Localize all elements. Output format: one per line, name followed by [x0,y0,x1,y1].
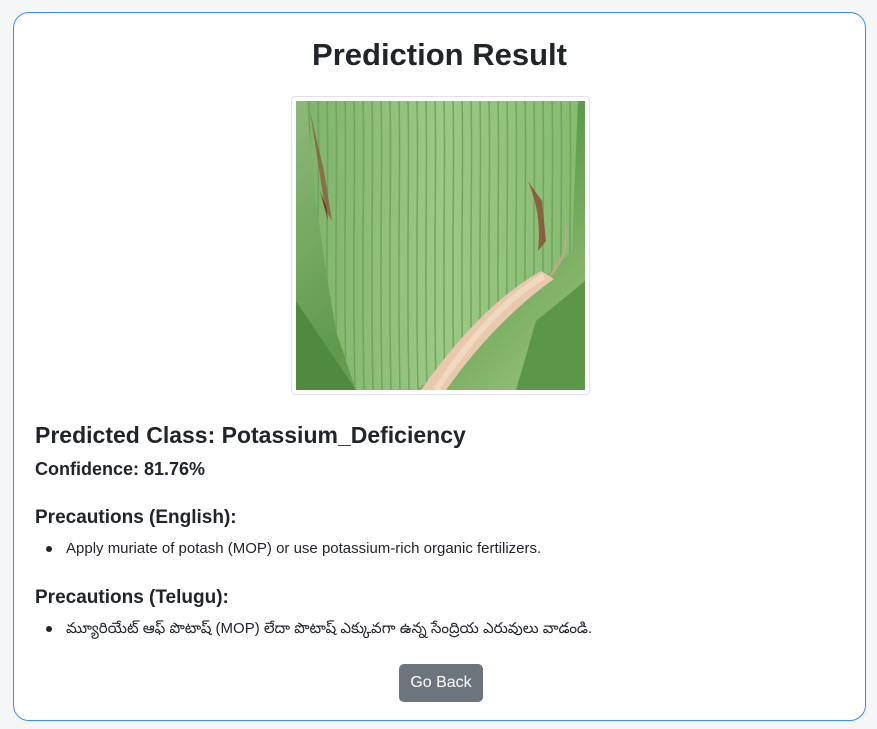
confidence-value: Confidence: 81.76% [35,459,206,479]
result-card: Prediction Result Predicted Class: Potas… [13,12,866,721]
precautions-english-list: Apply muriate of potash (MOP) or use pot… [35,538,541,560]
list-item: మ్యూరియేట్ ఆఫ్ పొటాష్ (MOP) లేదా పొటాష్ … [35,618,592,640]
leaf-image [291,96,590,395]
bullet-icon [46,546,52,552]
precautions-english-heading: Precautions (English): [35,507,237,528]
precaution-text: Apply muriate of potash (MOP) or use pot… [66,540,542,557]
bullet-icon [46,626,52,632]
page-title: Prediction Result [312,37,567,72]
go-back-button[interactable]: Go Back [399,664,483,702]
predicted-class: Predicted Class: Potassium_Deficiency [35,422,466,448]
list-item: Apply muriate of potash (MOP) or use pot… [35,538,541,560]
precautions-telugu-heading: Precautions (Telugu): [35,587,229,608]
precautions-telugu-list: మ్యూరియేట్ ఆఫ్ పొటాష్ (MOP) లేదా పొటాష్ … [35,618,592,640]
leaf-photo-icon [296,101,585,390]
precaution-text: మ్యూరియేట్ ఆఫ్ పొటాష్ (MOP) లేదా పొటాష్ … [66,620,593,637]
